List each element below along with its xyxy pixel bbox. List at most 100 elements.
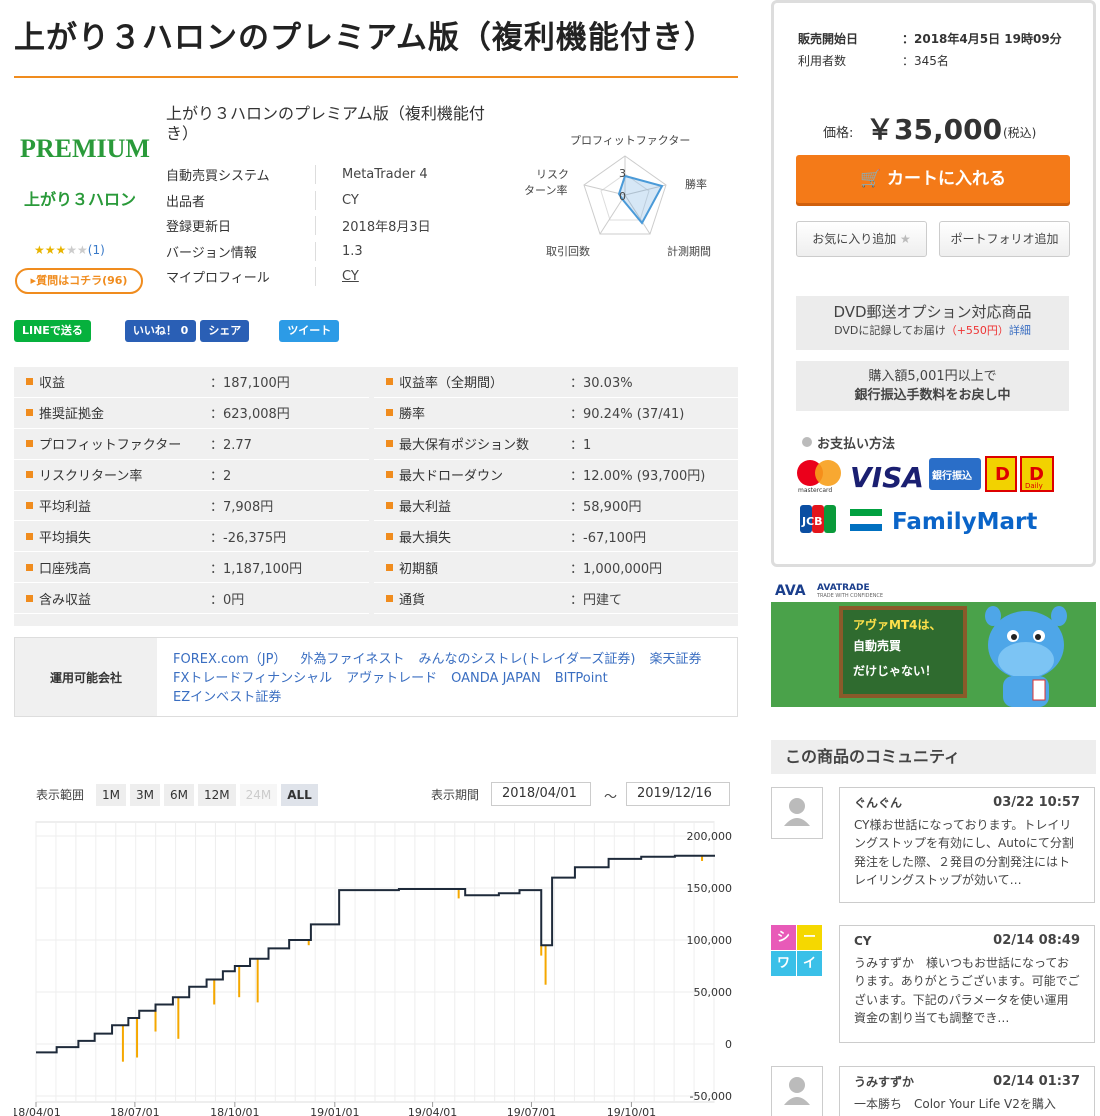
stat-label: 初期額 — [399, 561, 439, 577]
visa-icon: VISA — [850, 461, 924, 494]
performance-stats: 収益 ：187,100円 推奨証拠金 ：623,008円 プロフィットファクター ：2.7… — [14, 367, 738, 626]
broker-link[interactable]: みんなのシストレ(トレイダーズ証券) — [418, 652, 635, 667]
svg-text:Daily: Daily — [1025, 482, 1043, 490]
broker-link[interactable]: EZインベスト証券 — [173, 690, 281, 705]
broker-items: FOREX.com（JP） 外為ファイネスト みんなのシストレ(トレイダーズ証券) 楽… — [157, 638, 731, 716]
avatar: シ ー ワ イ — [771, 925, 823, 977]
broker-list: 運用可能会社 FOREX.com（JP） 外為ファイネスト みんなのシストレ(トレイ… — [14, 637, 738, 717]
question-button[interactable]: ▸質問はコチラ(96) — [15, 268, 143, 294]
y-tick-label: 100,000 — [687, 934, 733, 947]
info-row: マイプロフィール CY — [166, 264, 496, 290]
tweet-button[interactable]: ツイート — [279, 320, 340, 342]
post-author: うみすずか — [854, 1075, 915, 1089]
broker-link[interactable]: BITPoint — [555, 671, 608, 686]
bullet-icon — [26, 409, 33, 417]
hippo-mascot-icon — [985, 606, 1067, 707]
x-tick-label: 19/07/01 — [507, 1106, 556, 1116]
facebook-like-button[interactable]: いいね！ 0 — [124, 320, 197, 342]
stat-row: 最大損失 ：-67,100円 — [374, 521, 738, 553]
stat-value: ：623,008円 — [210, 407, 290, 423]
stat-row: 最大ドローダウン ：12.00% (93,700円) — [374, 460, 738, 491]
page-title: 上がり３ハロンのプレミアム版（複利機能付き） — [14, 20, 716, 56]
radar-scale-max: 3 — [619, 167, 626, 180]
add-favorite-button[interactable]: お気に入り追加 ★ — [796, 221, 927, 257]
jcb-icon: JCB — [800, 505, 836, 533]
range-all-button[interactable]: ALL — [281, 784, 318, 806]
community-post[interactable]: うみすずか 02/14 01:37 一本勝ち Color Your Life V2… — [771, 1066, 1096, 1116]
stat-row: 勝率 ：90.24% (37/41) — [374, 398, 738, 429]
line-share-button[interactable]: LINEで送る — [14, 320, 91, 342]
payment-label: お支払い方法 — [817, 437, 896, 452]
ministop-icon: D — [985, 456, 1017, 492]
title-divider — [14, 76, 738, 78]
svg-text:D: D — [995, 464, 1010, 485]
stat-row: 推奨証拠金 ：623,008円 — [14, 398, 369, 429]
avatrade-ad-banner[interactable]: AVA AVATRADE TRADE WITH CONFIDENCE アヴァMT… — [771, 580, 1096, 707]
avatar — [771, 787, 823, 839]
range-12m-button[interactable]: 12M — [198, 784, 236, 806]
bullet-icon — [386, 594, 393, 602]
stat-value: ：-26,375円 — [210, 530, 287, 546]
users-label: 利用者数 — [798, 54, 847, 68]
info-value: 2018年8月3日 — [342, 220, 431, 236]
post-text: うみすずか 様いつもお世話になっております。ありがとうございます。可能でございま… — [854, 955, 1080, 1026]
facebook-share-button[interactable]: シェア — [200, 320, 250, 342]
radar-chart: プロフィットファクター 勝率 計測期間 取引回数 リスク ターン率 3 0 — [524, 134, 711, 258]
info-value: MetaTrader 4 — [342, 167, 428, 183]
stat-label: 口座残高 — [39, 561, 92, 577]
info-row: 自動売買システム MetaTrader 4 — [166, 162, 496, 188]
y-tick-label: 150,000 — [687, 882, 733, 895]
community-post[interactable]: シ ー ワ イ CY 02/14 08:49 うみすずか 様いつもお世話になってお… — [771, 925, 1096, 1043]
radar-label-trades: 取引回数 — [546, 244, 590, 258]
product-info-table: 自動売買システム MetaTrader 4 出品者 CY 登録更新日 2018年8月3… — [166, 162, 496, 290]
period-separator: ～ — [604, 790, 618, 805]
range-1m-button[interactable]: 1M — [96, 784, 126, 806]
info-key: バージョン情報 — [166, 241, 316, 261]
x-tick-label: 18/10/01 — [210, 1106, 259, 1116]
stat-row: リスクリターン率 ：2 — [14, 460, 369, 491]
post-date: 02/14 01:37 — [993, 1074, 1080, 1089]
dvd-price: （+550円） — [945, 324, 1009, 337]
range-buttons: 1M 3M 6M 12M 24M ALL — [96, 784, 318, 806]
post-text: 一本勝ち Color Your Life V2を購入 — [854, 1096, 1056, 1111]
fav-label: お気に入り追加 — [812, 232, 897, 246]
stat-label: 最大ドローダウン — [399, 469, 504, 485]
broker-link[interactable]: 外為ファイネスト — [300, 652, 404, 667]
stats-right-column: 収益率（全期間） ：30.03% 勝率 ：90.24% (37/41) 最大保有ポジショ… — [374, 367, 738, 615]
broker-link[interactable]: FXトレードフィナンシャル — [173, 671, 332, 686]
period-label: 表示期間 — [431, 788, 480, 802]
period-from-input[interactable]: 2018/04/01 — [491, 782, 591, 806]
range-3m-button[interactable]: 3M — [130, 784, 160, 806]
range-24m-button: 24M — [239, 784, 278, 806]
info-key: 出品者 — [166, 190, 316, 210]
stat-label: 最大損失 — [399, 530, 452, 546]
broker-link[interactable]: アヴァトレード — [346, 671, 437, 686]
post-author: ぐんぐん — [854, 796, 903, 810]
community-post[interactable]: ぐんぐん 03/22 10:57 CY様お世話になっております。トレイリングストッ… — [771, 787, 1096, 903]
y-tick-label: 200,000 — [687, 830, 733, 843]
bank-line2: 銀行振込手数料をお戻し中 — [854, 388, 1011, 403]
add-to-cart-button[interactable]: 🛒 カートに入れる — [796, 155, 1070, 203]
period-to-input[interactable]: 2019/12/16 — [626, 782, 730, 806]
broker-link[interactable]: FOREX.com（JP） — [173, 652, 286, 667]
bullet-icon — [26, 440, 33, 448]
avatar — [771, 1066, 823, 1116]
bullet-icon — [386, 440, 393, 448]
price-value: ￥35,000 — [866, 113, 1003, 146]
broker-link[interactable]: OANDA JAPAN — [451, 671, 541, 686]
broker-label: 運用可能会社 — [15, 638, 157, 716]
stat-label: プロフィットファクター — [39, 438, 182, 454]
range-6m-button[interactable]: 6M — [164, 784, 194, 806]
add-portfolio-button[interactable]: ポートフォリオ追加 — [939, 221, 1070, 257]
rating[interactable]: ★★★★★(1) — [34, 243, 105, 257]
stat-row: 通貨 ：円建て — [374, 583, 738, 615]
profile-link[interactable]: CY — [316, 269, 359, 284]
info-key: 登録更新日 — [166, 216, 316, 236]
range-label: 表示範囲 — [36, 788, 85, 802]
broker-link[interactable]: 楽天証券 — [649, 652, 701, 667]
dvd-detail-link[interactable]: 詳細 — [1009, 324, 1031, 337]
stat-row: 含み収益 ：0円 — [14, 583, 369, 615]
stat-label: 最大保有ポジション数 — [399, 438, 530, 454]
product-logo: PREMIUM 上がり３ハロン — [14, 106, 150, 236]
stat-row: 最大利益 ：58,900円 — [374, 491, 738, 522]
